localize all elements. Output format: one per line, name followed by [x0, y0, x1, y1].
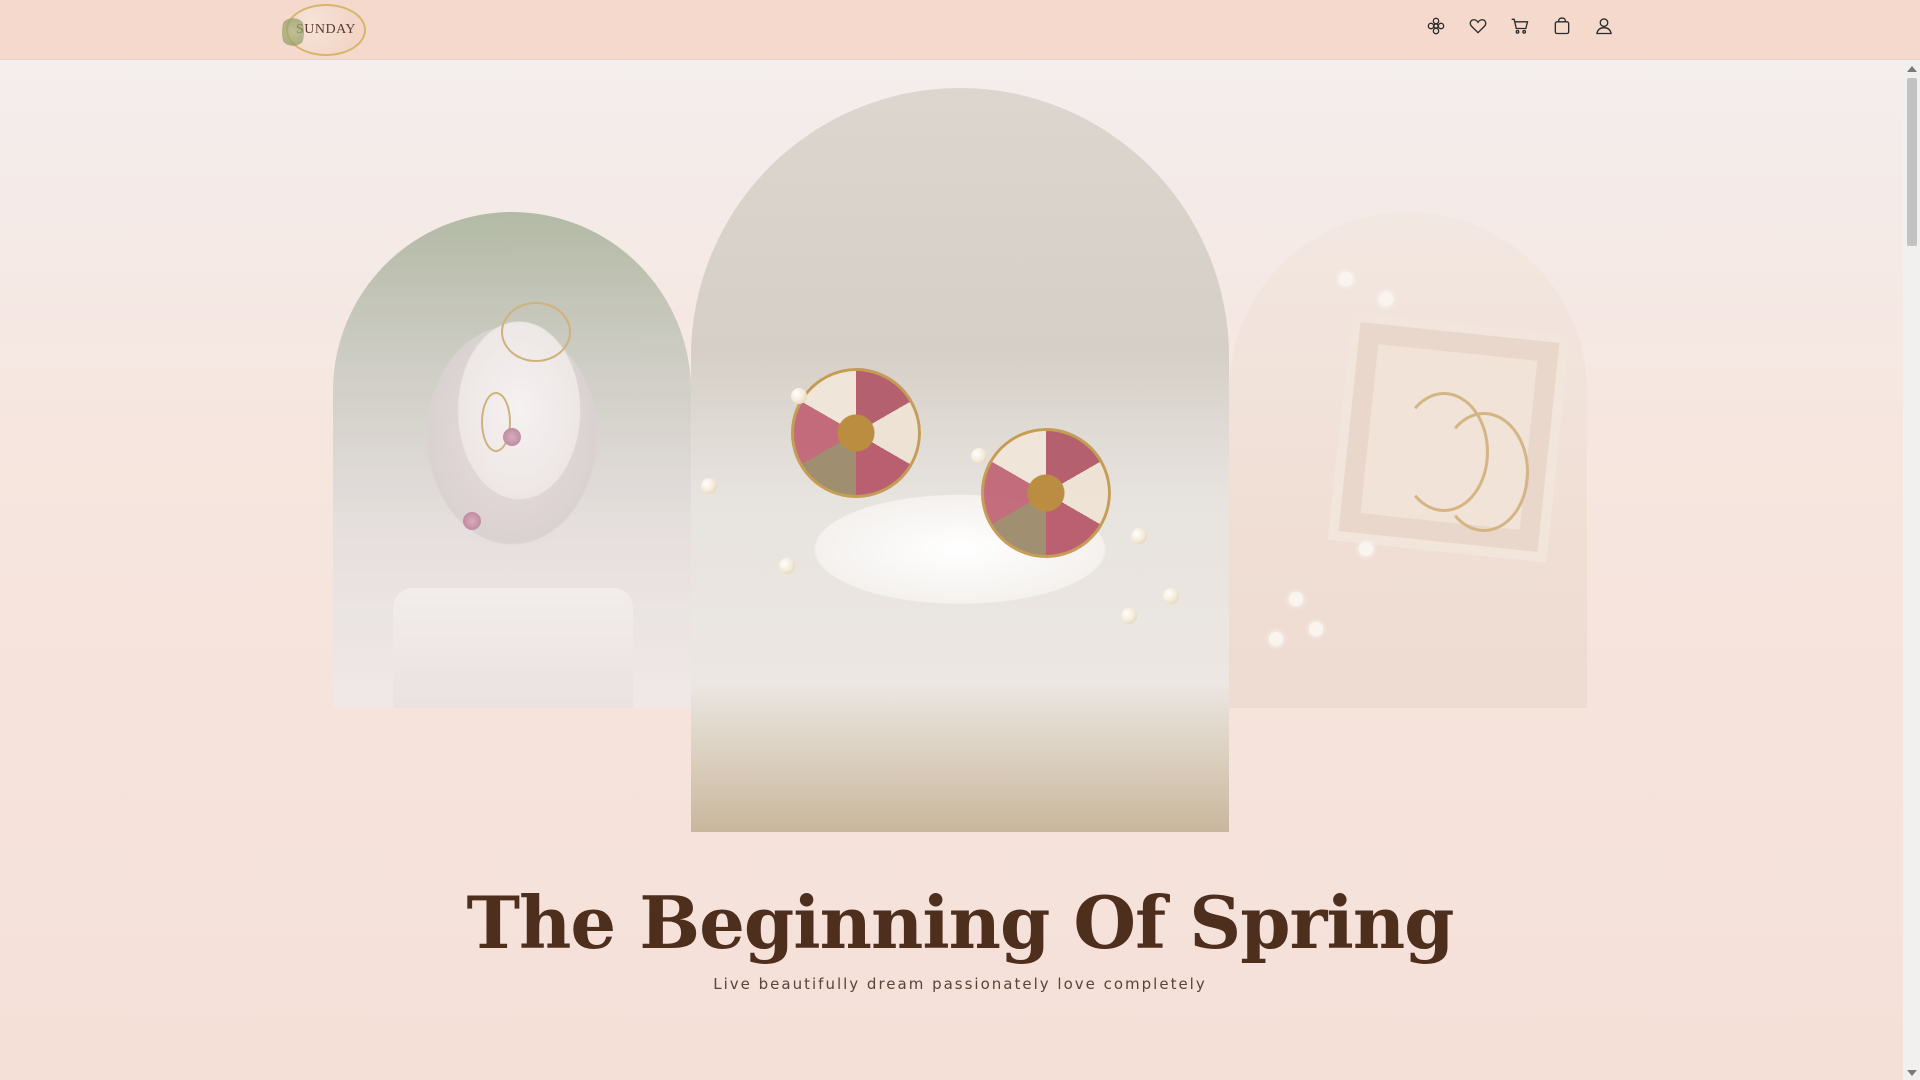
user-icon[interactable]: [1594, 16, 1614, 36]
baby-breath-decoration: [1309, 622, 1323, 636]
jewelry-box-image: [1229, 212, 1587, 708]
baby-breath-decoration: [1379, 292, 1393, 306]
leaf-decoration-icon: [282, 12, 304, 52]
flower-earrings-image: [691, 88, 1229, 832]
sunday-logo[interactable]: SUNDAY: [282, 4, 366, 56]
bag-icon[interactable]: [1552, 16, 1572, 36]
baby-breath-decoration: [1289, 592, 1303, 606]
page-scrollbar[interactable]: [1903, 60, 1920, 1080]
pearl-decoration: [1121, 608, 1137, 624]
logo-text: SUNDAY: [295, 22, 357, 37]
top-navigation-bar: SUNDAY: [0, 0, 1920, 60]
baby-breath-decoration: [1359, 542, 1373, 556]
pink-gem-decoration: [503, 428, 521, 446]
baby-breath-decoration: [1339, 272, 1353, 286]
hero-title: The Beginning Of Spring: [466, 880, 1454, 965]
cherub-earring-image: [333, 212, 691, 708]
scroll-thumb[interactable]: [1907, 78, 1917, 246]
flower-earring-decoration: [981, 428, 1111, 558]
pearl-decoration: [791, 388, 807, 404]
pearl-decoration: [1163, 588, 1179, 604]
gold-hoop-decoration: [1439, 412, 1529, 532]
hero-subtitle: Live beautifully dream passionately love…: [713, 975, 1207, 993]
flower-earring-decoration: [791, 368, 921, 498]
scroll-up-arrow-icon[interactable]: [1907, 66, 1917, 72]
pearl-decoration: [701, 478, 717, 494]
baby-breath-decoration: [1269, 632, 1283, 646]
hoop-earring-decoration: [501, 302, 571, 362]
heart-icon[interactable]: [1468, 16, 1488, 36]
pearl-decoration: [971, 448, 987, 464]
cart-icon[interactable]: [1510, 16, 1530, 36]
pearl-decoration: [1131, 528, 1147, 544]
pink-gem-decoration: [463, 512, 481, 530]
pearl-decoration: [779, 558, 795, 574]
flower-icon[interactable]: [1426, 16, 1446, 36]
header-icon-group: [1426, 16, 1614, 36]
statue-base-decoration: [393, 588, 633, 708]
scroll-down-arrow-icon[interactable]: [1907, 1070, 1917, 1076]
